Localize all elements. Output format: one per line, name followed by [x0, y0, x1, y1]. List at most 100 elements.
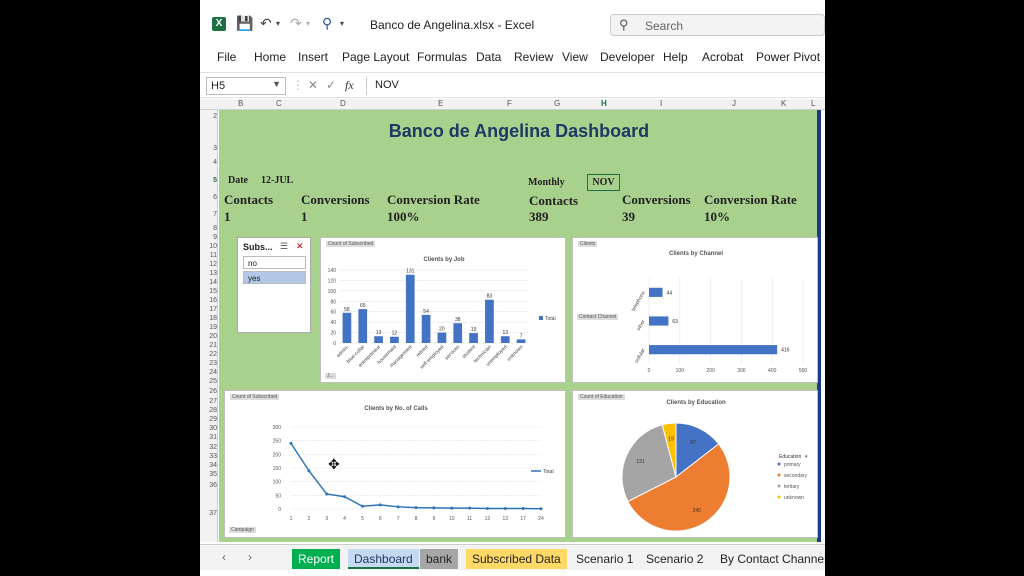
channel-filter-button[interactable]: Contact Channel	[577, 314, 619, 320]
chart-clients-by-education[interactable]: Count of Education Clients by Education …	[572, 390, 818, 538]
row-header[interactable]: 9	[200, 234, 217, 241]
row-header[interactable]: 17	[200, 306, 217, 313]
enter-icon[interactable]: ✓	[326, 78, 336, 92]
row-header[interactable]: 15	[200, 288, 217, 295]
row-header[interactable]: 36	[200, 482, 217, 489]
job-filter-button[interactable]: J...	[325, 373, 336, 379]
row-header[interactable]: 4	[200, 159, 217, 166]
menu-power-pivot[interactable]: Power Pivot	[756, 50, 820, 64]
menu-acrobat[interactable]: Acrobat	[702, 50, 743, 64]
multi-select-icon[interactable]: ☰	[280, 241, 288, 252]
menu-file[interactable]: File	[217, 50, 236, 64]
row-header[interactable]: 37	[200, 510, 217, 517]
row-header[interactable]: 7	[200, 211, 217, 218]
row-header[interactable]: 27	[200, 398, 217, 405]
chart-clients-by-job[interactable]: Count of Subscribed Clients by Job 0 20 40…	[320, 237, 566, 383]
y-tick-label: 200	[273, 452, 282, 458]
data-label: 19	[668, 436, 674, 442]
col-header[interactable]: L	[811, 99, 815, 108]
row-header[interactable]: 26	[200, 388, 217, 395]
sheet-tab-report[interactable]: Report	[292, 549, 341, 569]
menu-insert[interactable]: Insert	[298, 50, 328, 64]
row-header[interactable]: 13	[200, 270, 217, 277]
row-header[interactable]: 30	[200, 425, 217, 432]
subscribed-slicer[interactable]: Subs... ☰ ✕ no yes	[237, 237, 311, 333]
sheet-tab-by-contact-channel[interactable]: By Contact Channel	[714, 549, 825, 569]
menu-data[interactable]: Data	[476, 50, 501, 64]
tab-scroll-left-icon[interactable]: ‹	[222, 550, 226, 564]
redo-icon[interactable]: ↷	[290, 15, 302, 32]
save-icon[interactable]: 💾	[236, 15, 253, 32]
row-header[interactable]: 5	[200, 177, 217, 184]
row-header[interactable]: 10	[200, 243, 217, 250]
date-value[interactable]: 12-JUL	[261, 175, 293, 186]
col-header[interactable]: F	[507, 99, 512, 108]
row-header[interactable]: 19	[200, 324, 217, 331]
sheet-tab-scenario-1[interactable]: Scenario 1	[570, 549, 639, 569]
clear-filter-icon[interactable]: ✕	[296, 241, 304, 252]
sheet-tab-bank[interactable]: bank	[420, 549, 459, 569]
row-header[interactable]: 34	[200, 462, 217, 469]
row-header[interactable]: 16	[200, 297, 217, 304]
row-header[interactable]: 25	[200, 378, 217, 385]
cancel-icon[interactable]: ✕	[308, 78, 318, 92]
sheet-tab-scenario-2[interactable]: Scenario 2	[640, 549, 709, 569]
data-label: 13	[502, 330, 508, 336]
formula-bar: H5 ▼ ⋮ ✕ ✓ fx NOV	[200, 72, 825, 98]
formula-input[interactable]: NOV	[366, 77, 821, 95]
row-header[interactable]: 32	[200, 444, 217, 451]
col-header[interactable]: K	[781, 99, 786, 108]
row-header[interactable]: 22	[200, 351, 217, 358]
row-header[interactable]: 6	[200, 194, 217, 201]
menu-page-layout[interactable]: Page Layout	[342, 50, 409, 64]
sheet-tab-subscribed-data[interactable]: Subscribed Data	[466, 549, 567, 569]
undo-dropdown-icon[interactable]: ▾	[276, 19, 280, 28]
month-cell-selected[interactable]: NOV	[587, 174, 620, 191]
row-header[interactable]: 18	[200, 315, 217, 322]
name-box[interactable]: H5 ▼	[206, 77, 286, 95]
sheet-tab-dashboard[interactable]: Dashboard	[348, 549, 419, 569]
menu-formulas[interactable]: Formulas	[417, 50, 467, 64]
row-header[interactable]: 20	[200, 333, 217, 340]
menu-review[interactable]: Review	[514, 50, 553, 64]
row-header[interactable]: 8	[200, 225, 217, 232]
search-box[interactable]: ⚲ Search	[610, 14, 825, 36]
row-header[interactable]: 31	[200, 434, 217, 441]
col-header[interactable]: D	[340, 99, 346, 108]
redo-dropdown-icon[interactable]: ▾	[306, 19, 310, 28]
menu-developer[interactable]: Developer	[600, 50, 655, 64]
insert-function-icon[interactable]: fx	[345, 78, 354, 93]
col-header[interactable]: B	[238, 99, 243, 108]
chart-clients-by-calls[interactable]: Count of Subscribed Clients by No. of Ca…	[224, 390, 566, 538]
tab-scroll-right-icon[interactable]: ›	[248, 550, 252, 564]
customize-qat-icon[interactable]: ▾	[340, 19, 344, 28]
menu-view[interactable]: View	[562, 50, 588, 64]
col-header[interactable]: E	[438, 99, 443, 108]
chart-clients-by-channel[interactable]: Clients Clients by Channel 0 100 200 300 400…	[572, 237, 818, 383]
row-header[interactable]: 3	[200, 145, 217, 152]
row-header[interactable]: 2	[200, 113, 217, 120]
slicer-item-no[interactable]: no	[243, 256, 306, 269]
col-header[interactable]: G	[554, 99, 560, 108]
find-icon[interactable]: ⚲	[322, 15, 332, 32]
row-header[interactable]: 11	[200, 252, 217, 259]
row-header[interactable]: 21	[200, 342, 217, 349]
undo-icon[interactable]: ↶	[260, 15, 272, 32]
row-header[interactable]: 23	[200, 360, 217, 367]
row-header[interactable]: 33	[200, 453, 217, 460]
window-title: Banco de Angelina.xlsx - Excel	[370, 18, 535, 32]
row-header[interactable]: 24	[200, 369, 217, 376]
campaign-filter-button[interactable]: Campaign	[229, 527, 256, 533]
row-header[interactable]: 28	[200, 407, 217, 414]
col-header-selected[interactable]: H	[601, 99, 607, 108]
row-header[interactable]: 29	[200, 416, 217, 423]
row-header[interactable]: 35	[200, 471, 217, 478]
slicer-item-yes[interactable]: yes	[243, 271, 306, 284]
col-header[interactable]: C	[276, 99, 282, 108]
menu-home[interactable]: Home	[254, 50, 286, 64]
row-header[interactable]: 14	[200, 279, 217, 286]
col-header[interactable]: I	[660, 99, 662, 108]
col-header[interactable]: J	[732, 99, 736, 108]
menu-help[interactable]: Help	[663, 50, 688, 64]
row-header[interactable]: 12	[200, 261, 217, 268]
